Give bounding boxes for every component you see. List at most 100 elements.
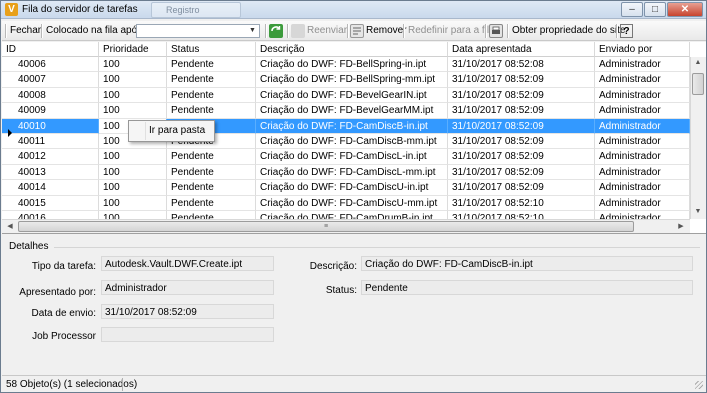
- column-header-sent-by[interactable]: Enviado por: [595, 42, 690, 57]
- vertical-scroll-thumb[interactable]: [692, 73, 704, 95]
- cell-id: 40013: [2, 164, 99, 181]
- vault-app-icon: V: [5, 3, 18, 16]
- help-button[interactable]: ?: [620, 24, 633, 38]
- resize-grip-icon[interactable]: [695, 381, 703, 389]
- toolbar-separator: [403, 24, 404, 38]
- cell-sent-by: Administrador: [595, 180, 690, 196]
- resubmit-icon: [291, 24, 305, 38]
- table-row[interactable]: 40013 100 Pendente Criação do DWF: FD-CamDi…: [2, 164, 690, 181]
- cell-priority: 100: [99, 87, 167, 104]
- title-bar[interactable]: V Fila do servidor de tarefas Registro –…: [1, 1, 706, 19]
- current-row-arrow-icon: [8, 129, 12, 137]
- cell-submitted-date: 31/10/2017 08:52:09: [448, 149, 595, 165]
- toolbar-separator: [265, 24, 266, 38]
- table-row[interactable]: 40012 100 Pendente Criação do DWF: FD-CamDi…: [2, 149, 690, 165]
- scroll-right-arrow-icon[interactable]: ▶: [674, 222, 688, 230]
- cell-submitted-date: 31/10/2017 08:52:09: [448, 118, 595, 134]
- cell-submitted-date: 31/10/2017 08:52:08: [448, 57, 595, 73]
- cell-priority: 100: [99, 72, 167, 88]
- cell-sent-by: Administrador: [595, 195, 690, 211]
- cell-id: 40009: [2, 103, 99, 119]
- horizontal-scroll-thumb[interactable]: ≡: [18, 221, 634, 232]
- cell-submitted-date: 31/10/2017 08:52:09: [448, 164, 595, 181]
- close-window-button[interactable]: ✕: [667, 2, 703, 17]
- cell-id: 40006: [2, 57, 99, 73]
- cell-submitted-date: 31/10/2017 08:52:10: [448, 195, 595, 211]
- table-row[interactable]: 40015 100 Pendente Criação do DWF: FD-CamDi…: [2, 195, 690, 211]
- cell-id: 40015: [2, 195, 99, 211]
- job-processor-label: Job Processor: [32, 331, 96, 342]
- refresh-icon[interactable]: [269, 24, 283, 38]
- description-label: Descrição:: [309, 261, 357, 272]
- cell-status: Pendente: [167, 164, 256, 181]
- cell-description: Criação do DWF: FD-CamDiscB-in.ipt: [256, 118, 448, 134]
- cell-description: Criação do DWF: FD-CamDiscU-mm.ipt: [256, 195, 448, 211]
- cell-status: Pendente: [167, 72, 256, 88]
- cell-description: Criação do DWF: FD-CamDiscU-in.ipt: [256, 180, 448, 196]
- cell-sent-by: Administrador: [595, 103, 690, 119]
- status-label: Status:: [325, 285, 357, 296]
- resubmit-button[interactable]: Reenviar: [307, 23, 347, 39]
- details-divider: [54, 247, 700, 248]
- task-queue-grid[interactable]: ID Prioridade Status Descrição Data apre…: [2, 42, 706, 234]
- scroll-up-arrow-icon[interactable]: ▲: [691, 59, 705, 66]
- cell-priority: 100: [99, 103, 167, 119]
- scroll-left-arrow-icon[interactable]: ◀: [3, 222, 17, 230]
- job-processor-field: [101, 327, 274, 342]
- details-title: Detalhes: [9, 241, 49, 252]
- table-row[interactable]: 40006 100 Pendente Criação do DWF: FD-BellS…: [2, 57, 690, 73]
- maximize-button[interactable]: □: [644, 2, 666, 17]
- cell-sent-by: Administrador: [595, 149, 690, 165]
- menu-gutter: [145, 122, 146, 140]
- task-queue-window: V Fila do servidor de tarefas Registro –…: [0, 0, 707, 393]
- cell-status: Pendente: [167, 57, 256, 73]
- site-properties-button[interactable]: Obter propriedade do site: [512, 23, 625, 39]
- table-row[interactable]: 40014 100 Pendente Criação do DWF: FD-CamDi…: [2, 180, 690, 196]
- status-field: Pendente: [361, 280, 693, 295]
- reset-queue-button[interactable]: Redefinir para a fila: [408, 23, 495, 39]
- toolbar-separator: [41, 24, 42, 38]
- queued-after-label: Colocado na fila após:: [46, 25, 145, 36]
- scroll-down-arrow-icon[interactable]: ▼: [691, 208, 705, 215]
- close-button[interactable]: Fechar: [10, 23, 41, 39]
- cell-sent-by: Administrador: [595, 118, 690, 134]
- cell-sent-by: Administrador: [595, 134, 690, 150]
- cell-priority: 100: [99, 195, 167, 211]
- status-bar: 58 Objeto(s) (1 selecionados): [2, 375, 706, 392]
- cell-submitted-date: 31/10/2017 08:52:09: [448, 87, 595, 104]
- table-row[interactable]: 40008 100 Pendente Criação do DWF: FD-Bevel…: [2, 87, 690, 104]
- toolbar-separator: [616, 24, 617, 38]
- column-header-description[interactable]: Descrição: [256, 42, 448, 57]
- queued-after-dropdown[interactable]: ▼: [136, 24, 260, 38]
- cell-description: Criação do DWF: FD-BellSpring-mm.ipt: [256, 72, 448, 88]
- column-header-priority[interactable]: Prioridade: [99, 42, 167, 57]
- cell-sent-by: Administrador: [595, 72, 690, 88]
- table-row[interactable]: 40010100PendenteCriação do DWF: FD-CamDi…: [2, 118, 690, 134]
- cell-priority: 100: [99, 57, 167, 73]
- task-type-label: Tipo da tarefa:: [31, 261, 96, 272]
- cell-id: 40008: [2, 87, 99, 104]
- cell-description: Criação do DWF: FD-CamDiscL-in.ipt: [256, 149, 448, 165]
- sent-date-field: 31/10/2017 08:52:09: [101, 304, 274, 319]
- cell-sent-by: Administrador: [595, 164, 690, 181]
- description-field: Criação do DWF: FD-CamDiscB-in.ipt: [361, 256, 693, 271]
- details-panel: Detalhes Tipo da tarefa: Autodesk.Vault.…: [2, 236, 706, 374]
- background-tab: Registro: [151, 2, 241, 18]
- cell-description: Criação do DWF: FD-BevelGearIN.ipt: [256, 87, 448, 104]
- cell-status: Pendente: [167, 149, 256, 165]
- printer-icon[interactable]: [489, 24, 503, 38]
- chevron-down-icon[interactable]: ▼: [247, 26, 258, 36]
- window-title: Fila do servidor de tarefas: [22, 4, 138, 15]
- table-row[interactable]: 40007 100 Pendente Criação do DWF: FD-BellS…: [2, 72, 690, 88]
- cell-submitted-date: 31/10/2017 08:52:09: [448, 134, 595, 150]
- cell-description: Criação do DWF: FD-BellSpring-in.ipt: [256, 57, 448, 73]
- column-header-status[interactable]: Status: [167, 42, 256, 57]
- minimize-button[interactable]: –: [621, 2, 643, 17]
- menu-item-go-to-folder[interactable]: Ir para pasta: [149, 125, 205, 136]
- table-row[interactable]: 40011100PendenteCriação do DWF: FD-CamDi…: [2, 134, 690, 150]
- column-header-submitted-date[interactable]: Data apresentada: [448, 42, 595, 57]
- remove-button[interactable]: Remover: [366, 23, 407, 39]
- table-row[interactable]: 40009 100 Pendente Criação do DWF: FD-Bevel…: [2, 103, 690, 119]
- column-header-id[interactable]: ID: [2, 42, 99, 57]
- status-separator: [122, 378, 123, 391]
